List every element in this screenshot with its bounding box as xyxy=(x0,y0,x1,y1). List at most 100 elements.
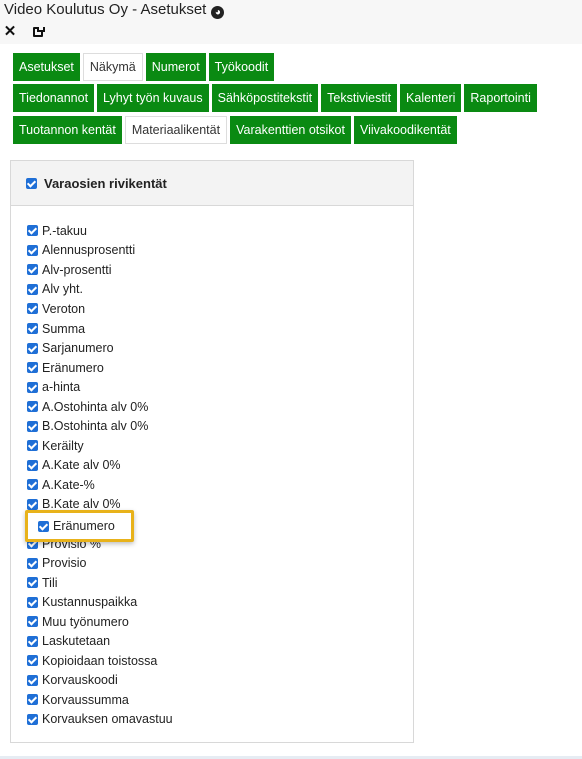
tab-row-3: Tuotannon kentät Materiaalikentät Varakent… xyxy=(13,116,457,144)
field-row-alv-prosentti[interactable]: Alv-prosentti xyxy=(27,260,173,280)
panel-title: Varaosien rivikentät xyxy=(44,175,167,191)
field-row-p-takuu[interactable]: P.-takuu xyxy=(27,221,173,241)
field-label: A.Kate-% xyxy=(42,477,95,492)
field-checkbox[interactable] xyxy=(27,479,38,491)
field-row-kopioidaan-toistossa[interactable]: Kopioidaan toistossa xyxy=(27,651,173,671)
field-row-korvauskoodi[interactable]: Korvauskoodi xyxy=(27,671,173,691)
field-checkbox[interactable] xyxy=(27,596,38,608)
tab-row-1: Asetukset Näkymä Numerot Työkoodit xyxy=(13,53,275,81)
field-row-a-kate-alv-0[interactable]: A.Kate alv 0% xyxy=(27,456,173,476)
field-checkbox[interactable] xyxy=(27,303,38,315)
field-checkbox[interactable] xyxy=(27,498,38,510)
field-label: Korvauskoodi xyxy=(42,673,118,688)
field-label: Veroton xyxy=(42,301,86,316)
field-row-alennusprosentti[interactable]: Alennusprosentti xyxy=(27,241,173,261)
field-row-kustannuspaikka[interactable]: Kustannuspaikka xyxy=(27,592,173,612)
field-checkbox[interactable] xyxy=(27,694,38,706)
tab-viivakoodikentat[interactable]: Viivakoodikentät xyxy=(353,116,457,144)
field-checkbox[interactable] xyxy=(27,225,38,237)
field-row-a-kate[interactable]: A.Kate-% xyxy=(27,475,173,495)
toolbar: ✕ xyxy=(0,22,582,44)
field-row-eranumero[interactable]: Eränumero xyxy=(27,358,173,378)
tab-tyokoodit[interactable]: Työkoodit xyxy=(208,53,275,81)
fields-panel: Varaosien rivikentät P.-takuu Alennuspros… xyxy=(10,160,414,743)
field-checkbox[interactable] xyxy=(27,655,38,667)
field-checkbox[interactable] xyxy=(27,323,38,334)
field-checkbox[interactable] xyxy=(27,577,38,589)
tab-nakyma[interactable]: Näkymä xyxy=(82,53,143,81)
field-row-laskutetaan[interactable]: Laskutetaan xyxy=(27,631,173,651)
field-row-b-ostohinta-alv-0[interactable]: B.Ostohinta alv 0% xyxy=(27,416,173,436)
field-label: Eränumero xyxy=(42,360,104,375)
close-icon[interactable]: ✕ xyxy=(3,24,17,40)
tab-lyhyt-tyon-kuvaus[interactable]: Lyhyt työn kuvaus xyxy=(97,84,209,112)
panel-header: Varaosien rivikentät xyxy=(11,161,413,206)
field-label: Kopioidaan toistossa xyxy=(42,653,158,668)
field-checkbox[interactable] xyxy=(38,520,49,532)
field-list: P.-takuu Alennusprosentti Alv-prosentti Alv… xyxy=(27,221,173,729)
select-all-checkbox[interactable] xyxy=(26,177,37,189)
field-row-korvaussumma[interactable]: Korvaussumma xyxy=(27,690,173,710)
field-checkbox[interactable] xyxy=(27,674,38,686)
field-checkbox[interactable] xyxy=(27,283,38,295)
field-label: Keräilty xyxy=(42,438,84,453)
field-checkbox[interactable] xyxy=(27,244,38,256)
tab-numerot[interactable]: Numerot xyxy=(145,53,206,81)
field-row-korvauksen-omavastuu[interactable]: Korvauksen omavastuu xyxy=(27,710,173,730)
field-label: Sarjanumero xyxy=(42,341,114,356)
field-row-veroton[interactable]: Veroton xyxy=(27,299,173,319)
field-label: Alv-prosentti xyxy=(42,262,112,277)
field-label: Kustannuspaikka xyxy=(42,595,138,610)
tab-tiedonannot[interactable]: Tiedonannot xyxy=(13,84,95,112)
tab-raportointi[interactable]: Raportointi xyxy=(464,84,537,112)
field-row-kerailty[interactable]: Keräilty xyxy=(27,436,173,456)
field-label: A.Kate alv 0% xyxy=(42,458,121,473)
field-checkbox[interactable] xyxy=(27,440,38,452)
field-label: Summa xyxy=(42,321,86,336)
window-title-bar: Video Koulutus Oy - Asetukset ◕ xyxy=(0,0,582,22)
field-checkbox[interactable] xyxy=(27,616,38,628)
field-checkbox[interactable] xyxy=(27,635,38,647)
field-label: Laskutetaan xyxy=(42,634,111,649)
window-title: Video Koulutus Oy - Asetukset xyxy=(4,1,207,18)
field-label: Tili xyxy=(42,575,58,590)
tab-tuotannon-kentat[interactable]: Tuotannon kentät xyxy=(13,116,122,144)
field-checkbox[interactable] xyxy=(27,557,38,569)
field-row-sarjanumero[interactable]: Sarjanumero xyxy=(27,338,173,358)
tab-varakenttien-otsikot[interactable]: Varakenttien otsikot xyxy=(230,116,351,144)
field-row-tili[interactable]: Tili xyxy=(27,573,173,593)
field-label: a-hinta xyxy=(42,380,81,395)
field-label: A.Ostohinta alv 0% xyxy=(42,399,149,414)
field-checkbox[interactable] xyxy=(27,264,38,276)
field-checkbox[interactable] xyxy=(27,401,38,413)
field-row-provisio[interactable]: Provisio xyxy=(27,553,173,573)
tab-asetukset[interactable]: Asetukset xyxy=(13,53,80,81)
highlighted-field-label: Eränumero xyxy=(53,519,115,533)
tab-sahkopostitekstit[interactable]: Sähköpostitekstit xyxy=(211,84,319,112)
field-checkbox[interactable] xyxy=(27,713,38,725)
field-checkbox[interactable] xyxy=(27,381,38,393)
field-checkbox[interactable] xyxy=(27,342,38,354)
tab-materiaalikentat[interactable]: Materiaalikentät xyxy=(124,116,228,144)
field-checkbox[interactable] xyxy=(27,362,38,374)
field-row-summa[interactable]: Summa xyxy=(27,319,173,339)
field-checkbox[interactable] xyxy=(27,420,38,432)
highlighted-field[interactable]: Eränumero xyxy=(25,510,134,542)
field-label: Korvauksen omavastuu xyxy=(42,712,173,727)
field-row-alv-yht[interactable]: Alv yht. xyxy=(27,280,173,300)
field-row-muu-tyonumero[interactable]: Muu työnumero xyxy=(27,612,173,632)
field-label: Alv yht. xyxy=(42,282,83,297)
save-icon[interactable] xyxy=(32,24,46,40)
field-row-a-ostohinta-alv-0[interactable]: A.Ostohinta alv 0% xyxy=(27,397,173,417)
tab-kalenteri[interactable]: Kalenteri xyxy=(400,84,462,112)
dashboard-icon[interactable]: ◕ xyxy=(211,6,225,19)
field-label: P.-takuu xyxy=(42,223,87,238)
tab-tekstiviestit[interactable]: Tekstiviestit xyxy=(321,84,398,112)
field-label: Alennusprosentti xyxy=(42,243,136,258)
field-row-a-hinta[interactable]: a-hinta xyxy=(27,377,173,397)
field-label: Korvaussumma xyxy=(42,692,129,707)
field-label: Muu työnumero xyxy=(42,614,129,629)
field-label: B.Ostohinta alv 0% xyxy=(42,419,149,434)
field-checkbox[interactable] xyxy=(27,459,38,471)
field-label: Provisio xyxy=(42,556,87,571)
